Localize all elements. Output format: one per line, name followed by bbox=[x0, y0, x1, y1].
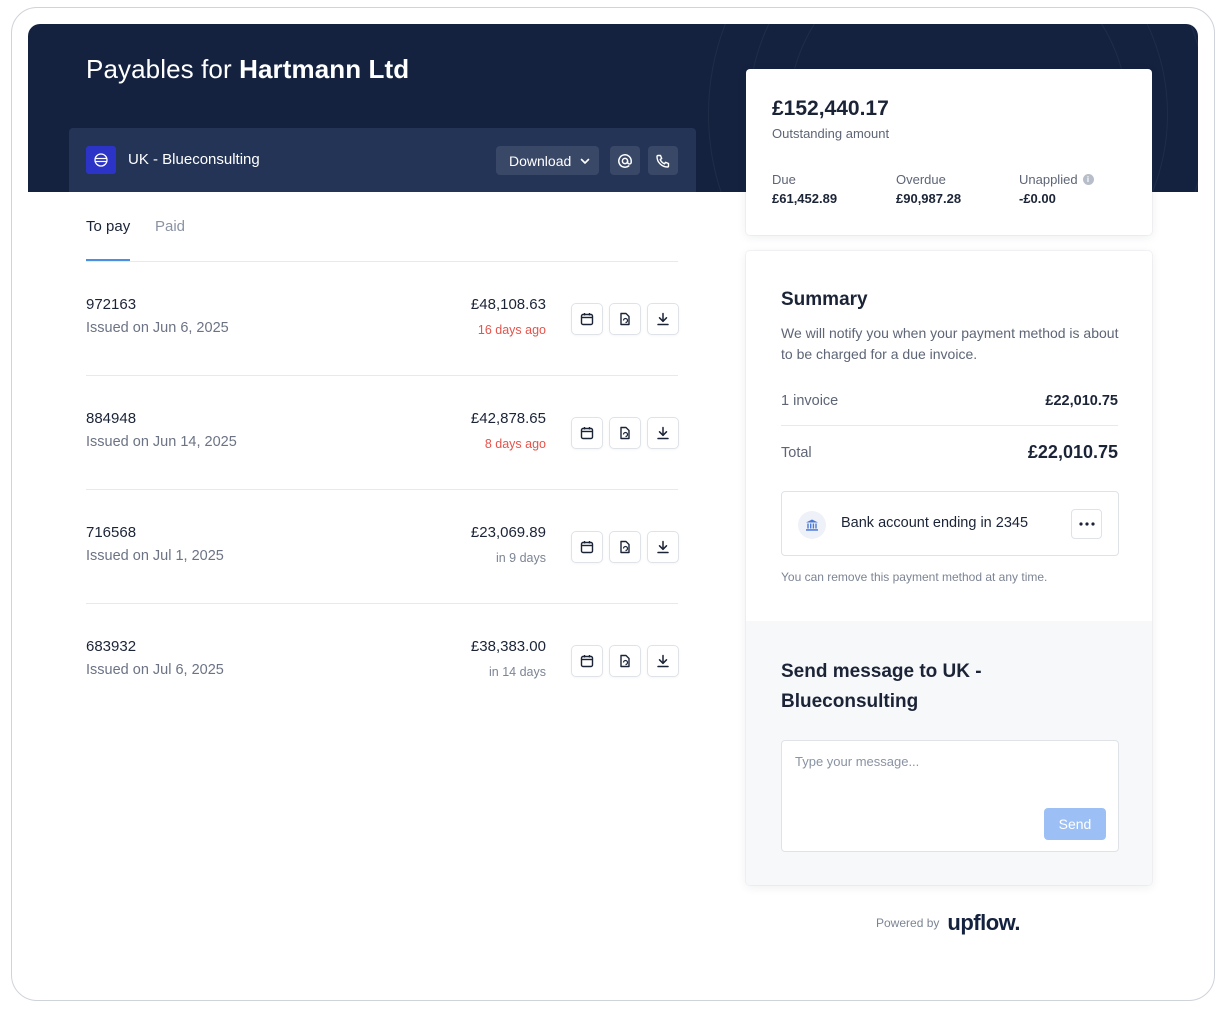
bank-icon bbox=[798, 511, 826, 539]
invoice-number: 972163 bbox=[86, 296, 137, 313]
overdue-value: £90,987.28 bbox=[896, 191, 962, 206]
download-invoice-button[interactable] bbox=[647, 303, 679, 335]
document-refresh-icon bbox=[620, 540, 630, 554]
invoice-row[interactable]: 716568 Issued on Jul 1, 2025 £23,069.89 … bbox=[86, 490, 679, 604]
invoice-due-status: in 9 days bbox=[495, 551, 546, 565]
send-button[interactable]: Send bbox=[1044, 808, 1106, 840]
summary-description: We will notify you when your payment met… bbox=[781, 325, 1119, 362]
page-title: Payables for Hartmann Ltd bbox=[86, 54, 409, 85]
powered-by-text: Powered by bbox=[876, 916, 940, 930]
globe-icon bbox=[94, 153, 108, 167]
ellipsis-icon bbox=[1078, 522, 1095, 526]
upflow-logo[interactable]: upflow. bbox=[947, 910, 1020, 936]
document-refresh-icon bbox=[620, 312, 630, 326]
due-value: £61,452.89 bbox=[772, 191, 838, 206]
active-tab-indicator bbox=[86, 259, 130, 261]
download-invoice-button[interactable] bbox=[647, 531, 679, 563]
invoice-amount: £48,108.63 bbox=[470, 296, 546, 313]
outstanding-amount: £152,440.17 bbox=[772, 97, 889, 120]
dispute-invoice-button[interactable] bbox=[609, 417, 641, 449]
invoice-count-label: 1 invoice bbox=[781, 393, 839, 409]
overdue-stat: Overdue £90,987.28 bbox=[896, 172, 961, 206]
download-invoice-button[interactable] bbox=[647, 645, 679, 677]
download-icon bbox=[657, 540, 669, 554]
calendar-icon bbox=[580, 427, 594, 440]
unapplied-label: Unapplied bbox=[1019, 172, 1078, 187]
unapplied-stat: Unapplied i -£0.00 bbox=[1019, 172, 1094, 206]
invoice-amount: £23,069.89 bbox=[470, 524, 546, 541]
download-button-label: Download bbox=[509, 152, 572, 169]
remove-payment-note: You can remove this payment method at an… bbox=[781, 570, 1048, 584]
phone-button[interactable] bbox=[648, 146, 678, 175]
powered-by: Powered by upflow. bbox=[876, 910, 1021, 936]
phone-icon bbox=[656, 154, 670, 168]
outstanding-label: Outstanding amount bbox=[772, 126, 890, 141]
invoice-due-status: 16 days ago bbox=[477, 323, 546, 337]
download-button[interactable]: Download bbox=[496, 146, 599, 175]
invoice-number: 716568 bbox=[86, 524, 137, 541]
summary-card: Summary We will notify you when your pay… bbox=[746, 251, 1152, 885]
message-section: Send message to UK - Blueconsulting Send bbox=[746, 621, 1152, 885]
tab-paid[interactable]: Paid bbox=[155, 218, 185, 235]
total-label: Total bbox=[781, 444, 812, 461]
at-sign-icon bbox=[618, 153, 632, 168]
document-refresh-icon bbox=[620, 654, 630, 668]
invoice-number: 884948 bbox=[86, 410, 137, 427]
outstanding-card: £152,440.17 Outstanding amount Due £61,4… bbox=[746, 69, 1152, 235]
download-icon bbox=[657, 312, 669, 326]
invoice-due-status: 8 days ago bbox=[484, 437, 546, 451]
customer-name: UK - Blueconsulting bbox=[128, 151, 260, 168]
customer-logo bbox=[86, 146, 116, 174]
invoice-count-value: £22,010.75 bbox=[1045, 393, 1118, 409]
calendar-icon bbox=[580, 313, 594, 326]
message-title: Send message to UK - Blueconsulting bbox=[781, 661, 982, 712]
dispute-invoice-button[interactable] bbox=[609, 645, 641, 677]
invoice-due-status: in 14 days bbox=[489, 665, 546, 679]
tab-to-pay[interactable]: To pay bbox=[86, 218, 130, 235]
invoice-issued-date: Issued on Jul 6, 2025 bbox=[86, 662, 224, 678]
schedule-payment-button[interactable] bbox=[571, 645, 603, 677]
unapplied-value: -£0.00 bbox=[1019, 191, 1056, 206]
info-icon[interactable]: i bbox=[1082, 174, 1094, 185]
invoice-row[interactable]: 884948 Issued on Jun 14, 2025 £42,878.65… bbox=[86, 376, 679, 490]
invoice-issued-date: Issued on Jun 6, 2025 bbox=[86, 320, 229, 336]
calendar-icon bbox=[580, 541, 594, 554]
bank-account-label: Bank account ending in 2345 bbox=[841, 515, 1029, 531]
customer-bar: UK - Blueconsulting Download bbox=[69, 128, 696, 192]
overdue-label: Overdue bbox=[896, 172, 946, 187]
download-invoice-button[interactable] bbox=[647, 417, 679, 449]
dispute-invoice-button[interactable] bbox=[609, 531, 641, 563]
invoice-count-line: 1 invoice £22,010.75 bbox=[781, 393, 1118, 409]
invoice-row[interactable]: 683932 Issued on Jul 6, 2025 £38,383.00 … bbox=[86, 604, 679, 718]
chevron-down-icon bbox=[580, 158, 590, 164]
invoice-issued-date: Issued on Jun 14, 2025 bbox=[86, 434, 237, 450]
invoice-amount: £42,878.65 bbox=[470, 410, 546, 427]
due-label: Due bbox=[772, 172, 796, 187]
download-icon bbox=[657, 426, 669, 440]
company-name: Hartmann Ltd bbox=[239, 54, 410, 84]
total-line: Total £22,010.75 bbox=[781, 442, 1118, 463]
document-refresh-icon bbox=[620, 426, 630, 440]
more-options-button[interactable] bbox=[1071, 509, 1102, 539]
schedule-payment-button[interactable] bbox=[571, 531, 603, 563]
message-box: Send bbox=[781, 740, 1119, 852]
summary-divider bbox=[781, 425, 1118, 426]
invoice-issued-date: Issued on Jul 1, 2025 bbox=[86, 548, 224, 564]
invoice-row[interactable]: 972163 Issued on Jun 6, 2025 £48,108.63 … bbox=[86, 262, 679, 376]
invoice-number: 683932 bbox=[86, 638, 137, 655]
total-value: £22,010.75 bbox=[1027, 442, 1118, 462]
schedule-payment-button[interactable] bbox=[571, 417, 603, 449]
page-title-prefix: Payables for bbox=[86, 54, 232, 84]
payment-method: Bank account ending in 2345 bbox=[781, 491, 1119, 556]
summary-title: Summary bbox=[781, 289, 868, 310]
dispute-invoice-button[interactable] bbox=[609, 303, 641, 335]
calendar-icon bbox=[580, 655, 594, 668]
message-input[interactable] bbox=[795, 754, 1105, 769]
download-icon bbox=[657, 654, 669, 668]
email-button[interactable] bbox=[610, 146, 640, 175]
schedule-payment-button[interactable] bbox=[571, 303, 603, 335]
invoice-amount: £38,383.00 bbox=[470, 638, 546, 655]
due-stat: Due £61,452.89 bbox=[772, 172, 837, 206]
invoice-tabs: To pay Paid bbox=[86, 214, 678, 262]
